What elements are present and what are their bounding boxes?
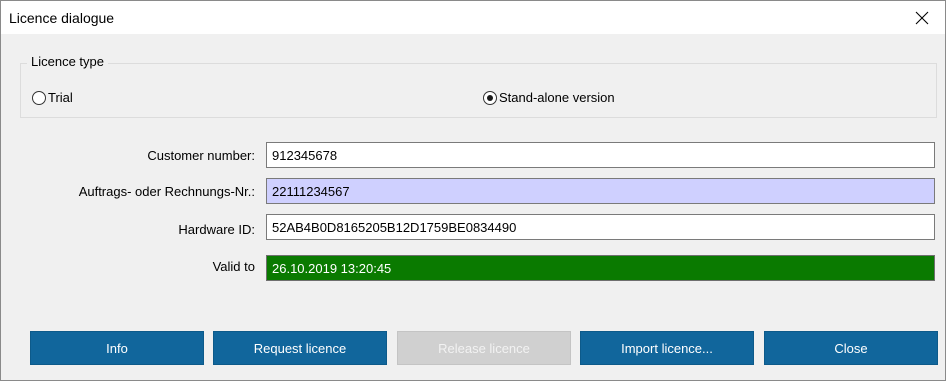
trial-radio-label: Trial: [48, 90, 73, 105]
valid-to-value: 26.10.2019 13:20:45: [272, 260, 392, 276]
standalone-radio[interactable]: Stand-alone version: [483, 90, 615, 105]
valid-to-field: 26.10.2019 13:20:45: [266, 255, 935, 281]
trial-radio[interactable]: Trial: [32, 90, 73, 105]
order-number-value: 22111234567: [272, 183, 350, 199]
customer-number-field[interactable]: 912345678: [266, 142, 935, 168]
standalone-radio-label: Stand-alone version: [499, 90, 615, 105]
customer-number-value: 912345678: [272, 147, 338, 163]
close-icon[interactable]: [899, 1, 945, 34]
licence-type-group: [20, 63, 937, 118]
release-licence-button: Release licence: [397, 331, 571, 365]
radio-circle-icon: [32, 90, 46, 105]
order-number-field[interactable]: 22111234567: [266, 178, 935, 204]
info-button[interactable]: Info: [30, 331, 204, 365]
hardware-id-label: Hardware ID:: [178, 222, 255, 237]
hardware-id-field[interactable]: 52AB4B0D8165205B12D1759BE0834490: [266, 214, 935, 240]
licence-dialog-window: Licence dialogue Licence type Trial Stan…: [0, 0, 946, 381]
request-licence-button[interactable]: Request licence: [213, 331, 387, 365]
import-licence-button[interactable]: Import licence...: [580, 331, 754, 365]
close-button[interactable]: Close: [764, 331, 938, 365]
customer-number-label: Customer number:: [147, 148, 255, 163]
licence-type-legend: Licence type: [27, 54, 108, 69]
hardware-id-value: 52AB4B0D8165205B12D1759BE0834490: [272, 219, 517, 235]
window-title: Licence dialogue: [9, 10, 115, 26]
radio-checked-icon: [483, 90, 497, 105]
valid-to-label: Valid to: [212, 259, 255, 274]
order-number-label: Auftrags- oder Rechnungs-Nr.:: [78, 184, 255, 199]
title-bar: Licence dialogue: [1, 1, 945, 34]
